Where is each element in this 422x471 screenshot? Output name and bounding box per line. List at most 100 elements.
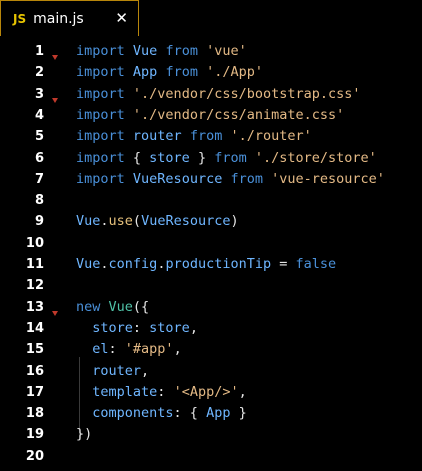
line-number: 18 <box>25 406 44 422</box>
tab-bar: JS main.js ✕ <box>0 0 422 38</box>
code-line[interactable]: 6 import { store } from './store/store' <box>0 148 422 169</box>
code-line[interactable]: 14 store: store, <box>0 318 422 339</box>
code-line[interactable]: 3 import './vendor/css/bootstrap.css' <box>0 84 422 105</box>
code-token: store <box>92 319 133 336</box>
code-text: import router from './router' <box>76 126 312 147</box>
line-number: 5 <box>34 129 44 145</box>
code-token: , <box>141 362 150 379</box>
code-line[interactable]: 19}) <box>0 424 422 445</box>
code-token: App <box>206 405 231 422</box>
code-line[interactable]: 5 import router from './router' <box>0 126 422 147</box>
code-line[interactable]: 8 <box>0 190 422 211</box>
code-token: : <box>157 383 174 400</box>
code-token: import <box>76 170 125 187</box>
code-line[interactable]: 18 components: { App } <box>0 403 422 424</box>
code-token: router <box>92 362 142 379</box>
line-number: 7 <box>34 171 44 187</box>
code-token: } <box>230 405 247 422</box>
code-token: } <box>189 149 215 166</box>
code-token: components <box>92 405 174 422</box>
code-token: : <box>108 341 125 358</box>
code-text: Vue.config.productionTip = false <box>76 254 336 275</box>
code-token: Vue <box>76 213 101 230</box>
code-line[interactable]: 7 import VueResource from 'vue-resource' <box>0 169 422 190</box>
code-line[interactable]: 15 el: '#app', <box>0 339 422 360</box>
code-token: false <box>295 256 337 272</box>
fold-marker-icon[interactable] <box>52 55 58 60</box>
code-line[interactable]: 17 template: '<App/>', <box>0 382 422 403</box>
code-token: : { <box>173 405 207 422</box>
line-number: 6 <box>34 150 44 166</box>
code-token: , <box>189 319 198 336</box>
code-text: Vue.use(VueResource) <box>76 211 239 232</box>
code-text: import { store } from './store/store' <box>76 148 377 169</box>
code-token: from <box>165 64 198 81</box>
code-text: el: '#app', <box>76 339 182 360</box>
code-line[interactable]: 1 import Vue from 'vue' <box>0 41 422 62</box>
code-token: from <box>230 170 263 187</box>
code-line[interactable]: 20 <box>0 446 422 467</box>
code-token: './router' <box>230 128 312 145</box>
code-line[interactable]: 2 import App from './App' <box>0 62 422 83</box>
line-number: 20 <box>25 448 44 464</box>
line-number: 13 <box>25 299 44 315</box>
code-token: Vue <box>108 298 133 315</box>
code-token: }) <box>76 426 93 443</box>
code-token: store <box>149 149 190 166</box>
code-text: template: '<App/>', <box>76 382 247 403</box>
code-line[interactable]: 16 router, <box>0 361 422 382</box>
code-line[interactable]: 13 new Vue({ <box>0 297 422 318</box>
code-text: import Vue from 'vue' <box>76 41 247 62</box>
code-token: = <box>271 256 296 272</box>
code-token: 'vue' <box>206 43 247 59</box>
line-number: 3 <box>34 86 44 102</box>
code-token: ({ <box>132 298 150 315</box>
code-line[interactable]: 10 <box>0 233 422 254</box>
fold-marker-icon[interactable] <box>52 310 58 316</box>
code-text: import App from './App' <box>76 62 263 83</box>
code-token: config <box>108 256 158 272</box>
code-token: ) <box>230 213 239 230</box>
code-text: store: store, <box>76 318 198 339</box>
fold-marker-icon[interactable] <box>52 97 58 103</box>
line-number: 2 <box>34 65 44 81</box>
code-text: }) <box>76 424 92 445</box>
line-number: 16 <box>25 363 44 379</box>
code-editor[interactable]: 1 import Vue from 'vue' 2 import App from '… <box>0 37 422 471</box>
code-token: import <box>76 64 125 81</box>
code-line[interactable]: 11 Vue.config.productionTip = false <box>0 254 422 275</box>
code-token: './store/store' <box>254 149 377 166</box>
code-token: import <box>76 106 125 123</box>
code-token: import <box>76 85 125 102</box>
code-line[interactable]: 9 Vue.use(VueResource) <box>0 211 422 232</box>
code-token: VueResource <box>132 170 223 187</box>
code-token: el <box>92 341 109 358</box>
code-token: template <box>92 383 158 400</box>
code-token: import <box>76 43 125 59</box>
code-line[interactable]: 4 import './vendor/css/animate.css' <box>0 105 422 126</box>
code-token: './App' <box>206 64 264 81</box>
code-token: , <box>238 383 247 400</box>
code-token: '#app' <box>124 341 174 358</box>
tab-main-js[interactable]: JS main.js ✕ <box>0 0 139 36</box>
code-token: VueResource <box>141 213 231 230</box>
code-token: . <box>100 256 109 272</box>
code-line[interactable]: 12 <box>0 275 422 296</box>
line-number: 19 <box>25 427 44 443</box>
code-token: , <box>173 341 182 358</box>
code-token: App <box>132 64 158 81</box>
close-icon[interactable]: ✕ <box>115 9 128 27</box>
